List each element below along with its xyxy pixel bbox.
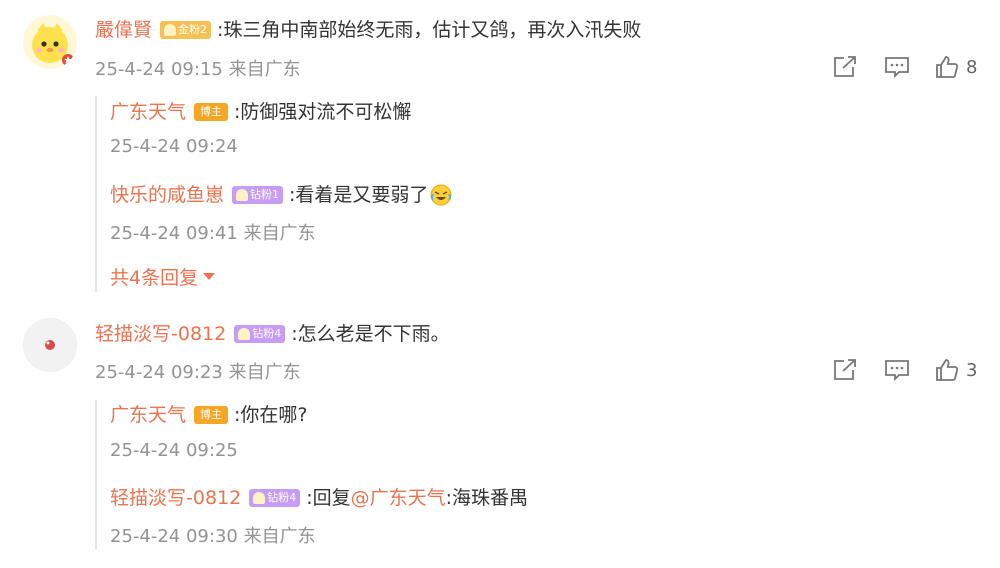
comment-actions: 8 (832, 55, 977, 79)
fan-badge[interactable]: 钻粉4 (234, 325, 286, 343)
comment-icon (885, 360, 909, 382)
share-button[interactable] (832, 55, 858, 79)
thumbs-up-icon (936, 56, 959, 78)
fan-badge-label: 金粉2 (178, 23, 208, 36)
comment-timestamp: 25-4-24 09:15 (95, 59, 223, 80)
fan-badge-label: 钻粉1 (250, 188, 280, 201)
reply-text: :防御强对流不可松懈 (234, 101, 412, 123)
comment-button[interactable] (884, 55, 910, 79)
reply-meta: 25-4-24 09:24 (110, 136, 238, 157)
reply-timestamp: 25-4-24 09:25 (110, 440, 238, 461)
reply-text: :你在哪? (234, 404, 308, 426)
host-badge: 博主 (194, 406, 229, 424)
reply-text: :看着是又要弱了 (289, 184, 429, 206)
badge-crown-icon (236, 189, 249, 201)
fan-badge[interactable]: 金粉2 (160, 21, 212, 39)
share-button[interactable] (832, 358, 858, 382)
comment-meta: 25-4-24 09:23 来自广东 (95, 358, 301, 384)
badge-crown-icon (164, 24, 177, 36)
fan-badge[interactable]: 钻粉1 (232, 186, 284, 204)
reply-timestamp: 25-4-24 09:30 (110, 526, 238, 547)
reply-username[interactable]: 广东天气 (110, 401, 186, 429)
reply-location: 来自广东 (243, 223, 316, 244)
reply-meta: 25-4-24 09:30 来自广东 (110, 522, 316, 548)
reply-header: 广东天气 博主 :你在哪? (110, 401, 308, 429)
host-badge: 博主 (194, 103, 229, 121)
comment-timestamp: 25-4-24 09:23 (95, 362, 223, 383)
laughing-crying-emoji-icon (430, 184, 452, 206)
reply-username[interactable]: 快乐的咸鱼崽 (110, 181, 224, 209)
fan-badge-label: 钻粉4 (267, 491, 297, 504)
comment-button[interactable] (884, 358, 910, 382)
comment-header: 嚴偉賢 金粉2 :珠三角中南部始终无雨，估计又鸽，再次入汛失败 (95, 16, 641, 44)
badge-crown-icon (253, 492, 266, 504)
like-count: 8 (966, 56, 978, 78)
comment-username[interactable]: 轻描淡写-0812 (95, 320, 226, 348)
reply-meta: 25-4-24 09:41 来自广东 (110, 219, 316, 245)
like-button[interactable]: 3 (934, 358, 977, 382)
share-icon (834, 359, 856, 380)
comment-header: 轻描淡写-0812 钻粉4 :怎么老是不下雨。 (95, 320, 450, 348)
reply-timestamp: 25-4-24 09:41 (110, 223, 238, 244)
share-icon (834, 56, 856, 77)
reply-username[interactable]: 轻描淡写-0812 (110, 484, 241, 512)
mention-link[interactable]: @广东天气 (351, 484, 446, 512)
more-replies-link[interactable]: 共4条回复 (110, 263, 216, 290)
comment-icon (885, 57, 909, 79)
reply-header: 轻描淡写-0812 钻粉4 :回复 @广东天气 :海珠番禺 (110, 484, 528, 512)
reply-timestamp: 25-4-24 09:24 (110, 136, 238, 157)
fan-badge-label: 钻粉4 (252, 327, 282, 340)
reply-location: 来自广东 (243, 526, 316, 547)
comment-location: 来自广东 (228, 59, 301, 80)
avatar-chick-icon (23, 15, 77, 69)
chevron-down-icon (203, 273, 216, 280)
reply-text-suffix: :海珠番禺 (445, 487, 529, 509)
reply-thread-divider (95, 400, 97, 550)
reply-username[interactable]: 广东天气 (110, 98, 186, 126)
comment-location: 来自广东 (228, 362, 301, 383)
reply-header: 广东天气 博主 :防御强对流不可松懈 (110, 98, 411, 126)
like-count: 3 (966, 359, 978, 381)
reply-header: 快乐的咸鱼崽 钻粉1 :看着是又要弱了 (110, 181, 452, 209)
like-button[interactable]: 8 (934, 55, 977, 79)
badge-crown-icon (238, 328, 251, 340)
avatar[interactable] (23, 15, 77, 69)
thumbs-up-icon (936, 359, 959, 381)
comment-text: :怎么老是不下雨。 (291, 323, 450, 345)
comment-actions: 3 (832, 358, 977, 382)
fan-badge[interactable]: 钻粉4 (249, 489, 301, 507)
comment-text: :珠三角中南部始终无雨，估计又鸽，再次入汛失败 (217, 19, 642, 41)
reply-thread-divider (95, 96, 97, 292)
comment-meta: 25-4-24 09:15 来自广东 (95, 55, 301, 81)
reply-meta: 25-4-24 09:25 (110, 440, 238, 461)
avatar-photo-icon (24, 319, 76, 371)
more-replies-label: 共4条回复 (110, 267, 199, 289)
comment-username[interactable]: 嚴偉賢 (95, 16, 152, 44)
avatar[interactable] (23, 318, 77, 372)
reply-text-prefix: :回复 (306, 487, 351, 509)
